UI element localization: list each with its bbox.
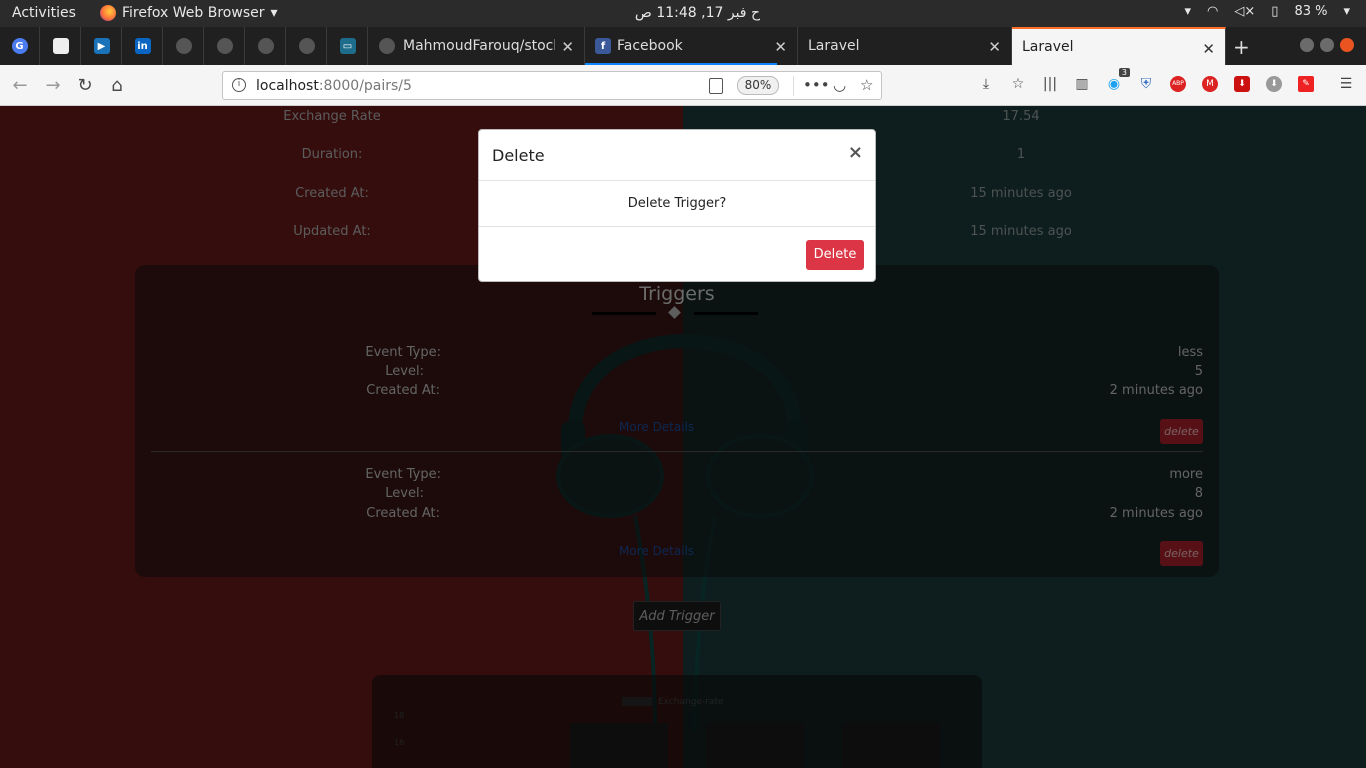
- pinned-tab[interactable]: [246, 27, 286, 65]
- sidebar-icon[interactable]: ▥: [1072, 74, 1092, 94]
- editor-icon[interactable]: ✎: [1296, 74, 1316, 94]
- url-path: :8000/pairs/5: [318, 78, 412, 94]
- modal-body: Delete Trigger?: [479, 181, 875, 227]
- github-icon: [216, 38, 233, 54]
- activities-button[interactable]: Activities: [12, 5, 76, 21]
- tab-label: Facebook: [617, 38, 683, 54]
- reload-button[interactable]: ↻: [73, 74, 97, 98]
- download-helper-icon[interactable]: ⬇: [1264, 74, 1284, 94]
- modal-header: Delete ×: [479, 130, 875, 181]
- linkedin-icon: in: [134, 38, 151, 54]
- minimize-button[interactable]: [1300, 38, 1314, 52]
- modal-message: Delete Trigger?: [627, 196, 727, 211]
- battery-icon: ▯: [1271, 4, 1279, 19]
- page-icon: [52, 38, 69, 54]
- zoom-level[interactable]: 80%: [737, 76, 779, 95]
- tab-facebook[interactable]: f Facebook ✕: [585, 27, 798, 65]
- back-button[interactable]: ←: [8, 74, 32, 98]
- separator: [793, 76, 794, 96]
- facebook-icon: f: [595, 38, 611, 54]
- clock[interactable]: ح فبر 17, 11:48 ص: [620, 5, 760, 21]
- tab-label: Laravel: [1022, 39, 1074, 55]
- pinned-tab[interactable]: in: [123, 27, 163, 65]
- app-menu[interactable]: Firefox Web Browser ▾: [100, 5, 278, 21]
- close-icon[interactable]: ✕: [561, 38, 574, 56]
- mega-icon[interactable]: M: [1200, 74, 1220, 94]
- close-icon[interactable]: ✕: [988, 38, 1001, 56]
- privacy-shield-icon[interactable]: ⛨: [1136, 74, 1156, 94]
- chevron-down-icon: ▾: [270, 5, 278, 21]
- bookmark-manager-icon[interactable]: ☆: [1008, 74, 1028, 94]
- tab-laravel-active[interactable]: Laravel ✕: [1012, 27, 1226, 65]
- pinned-tab[interactable]: [41, 27, 81, 65]
- firefox-icon: [100, 5, 116, 21]
- github-icon: [298, 38, 315, 54]
- confirm-delete-button[interactable]: Delete: [806, 240, 864, 270]
- github-icon: [175, 38, 192, 54]
- battery-level: 83 %: [1294, 4, 1328, 19]
- system-tray[interactable]: ▾ ◠ ◁× ▯ 83 % ▾: [1185, 4, 1350, 19]
- downloads-icon[interactable]: ⤓: [976, 74, 996, 94]
- tab-label: MahmoudFarouq/stock: [403, 38, 555, 54]
- bookmark-star-icon[interactable]: ☆: [860, 76, 873, 94]
- tab-strip: G ▶ in ▭ MahmoudFarouq/stock ✕ f Faceboo…: [0, 27, 1366, 65]
- forward-button[interactable]: →: [41, 74, 65, 98]
- navigation-toolbar: ← → ↻ ⌂ i localhost:8000/pairs/5 80% •••…: [0, 65, 1366, 106]
- tab-github-stock[interactable]: MahmoudFarouq/stock ✕: [369, 27, 585, 65]
- window-controls: [1300, 38, 1354, 52]
- url-text[interactable]: localhost:8000/pairs/5: [256, 78, 412, 94]
- app-name: Firefox Web Browser: [122, 5, 265, 21]
- addon-badge: 3: [1118, 68, 1130, 77]
- pinned-tab[interactable]: ▶: [82, 27, 122, 65]
- library-icon[interactable]: |||: [1040, 74, 1060, 94]
- pinned-tab[interactable]: [205, 27, 245, 65]
- tab-label: Laravel: [808, 38, 860, 54]
- pinned-tab[interactable]: [287, 27, 327, 65]
- info-icon[interactable]: i: [232, 78, 246, 92]
- url-bar[interactable]: i localhost:8000/pairs/5 80% ••• ◡ ☆: [222, 71, 882, 100]
- toolbar-icons: ⤓ ☆ ||| ▥ ◉ 3 ⛨ ABP M ⬇ ⬇ ✎ ☰: [976, 68, 1356, 94]
- home-button[interactable]: ⌂: [105, 74, 129, 98]
- delete-modal: Delete × Delete Trigger? Delete: [478, 129, 876, 282]
- chevron-down-icon: ▾: [1184, 4, 1192, 19]
- screen: Activities Firefox Web Browser ▾ ح فبر 1…: [0, 0, 1366, 768]
- save-to-pocket-icon[interactable]: ⬇: [1232, 74, 1252, 94]
- media-icon: ▶: [93, 38, 110, 54]
- chevron-down-icon: ▾: [1343, 4, 1350, 19]
- maximize-button[interactable]: [1320, 38, 1334, 52]
- new-tab-button[interactable]: +: [1233, 35, 1250, 59]
- adblock-icon[interactable]: ABP: [1168, 74, 1188, 94]
- pinned-tab[interactable]: ▭: [328, 27, 368, 65]
- addon-icon[interactable]: ◉ 3: [1104, 68, 1130, 94]
- url-host: localhost: [256, 78, 319, 94]
- github-icon: [379, 38, 395, 54]
- scroll-icon: ▭: [339, 38, 356, 54]
- github-icon: [257, 38, 274, 54]
- system-top-bar: Activities Firefox Web Browser ▾ ح فبر 1…: [0, 0, 1366, 27]
- page-actions-icon[interactable]: •••: [803, 76, 830, 94]
- pinned-tab[interactable]: [164, 27, 204, 65]
- close-icon[interactable]: ×: [848, 142, 863, 163]
- hamburger-menu-icon[interactable]: ☰: [1336, 74, 1356, 94]
- close-icon[interactable]: ✕: [774, 38, 787, 56]
- google-icon: G: [11, 38, 28, 54]
- reader-view-icon[interactable]: [709, 78, 723, 94]
- close-icon[interactable]: ✕: [1202, 40, 1215, 58]
- close-window-button[interactable]: [1340, 38, 1354, 52]
- pinned-tab[interactable]: G: [0, 27, 40, 65]
- volume-muted-icon: ◁×: [1234, 4, 1256, 19]
- modal-title: Delete: [492, 146, 545, 165]
- wifi-icon: ◠: [1207, 4, 1219, 19]
- pocket-icon[interactable]: ◡: [833, 76, 846, 94]
- tab-laravel[interactable]: Laravel ✕: [798, 27, 1012, 65]
